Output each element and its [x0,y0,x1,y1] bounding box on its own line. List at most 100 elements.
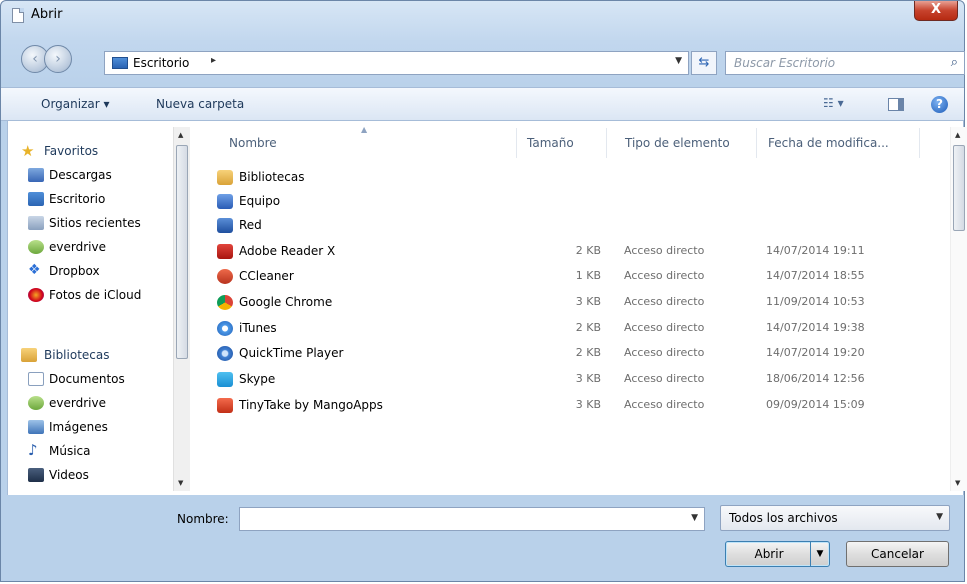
desktop-folder-icon [112,57,128,69]
scrollbar-thumb[interactable] [176,145,188,359]
list-item[interactable]: QuickTime Player 2 KB Acceso directo 14/… [211,342,911,366]
column-divider[interactable] [919,128,920,158]
sidebar-header-label: Bibliotecas [44,348,110,362]
change-view-icon[interactable]: ☷ ▾ [823,96,853,114]
file-type-filter[interactable]: Todos los archivos ▼ [720,505,950,531]
chevron-down-icon[interactable]: ▼ [691,513,698,523]
file-name: Google Chrome [239,295,333,309]
list-item[interactable]: TinyTake by MangoApps 3 KB Acceso direct… [211,394,911,418]
sidebar-item-sitios-recientes[interactable]: Sitios recientes [21,213,171,235]
list-item[interactable]: Adobe Reader X 2 KB Acceso directo 14/07… [211,240,911,264]
file-type: Acceso directo [624,295,705,308]
sidebar-item-escritorio[interactable]: Escritorio [21,189,171,211]
file-type: Acceso directo [624,372,705,385]
column-size[interactable]: Tamaño [527,136,574,150]
sidebar-item-videos[interactable]: Videos [21,465,171,487]
music-icon: ♪ [28,441,38,459]
file-name: iTunes [239,321,277,335]
file-size: 2 KB [575,321,601,334]
preview-pane-icon[interactable] [888,98,904,111]
list-item[interactable]: iTunes 2 KB Acceso directo 14/07/2014 19… [211,317,911,341]
column-divider[interactable] [756,128,757,158]
scroll-down-icon[interactable]: ▼ [178,479,183,487]
list-item[interactable]: Red [211,214,911,238]
file-list-scrollbar[interactable]: ▲ ▼ [950,127,967,491]
file-size: 3 KB [575,372,601,385]
sidebar-item-musica[interactable]: ♪ Música [21,441,171,463]
open-button[interactable]: Abrir ▼ [725,541,830,567]
list-item[interactable]: Google Chrome 3 KB Acceso directo 11/09/… [211,291,911,315]
help-icon[interactable]: ? [931,96,948,113]
desktop-folder-icon [28,192,44,206]
scroll-up-icon[interactable]: ▲ [955,131,960,139]
file-type: Acceso directo [624,321,705,334]
back-arrow-icon: ‹ [32,51,38,67]
sidebar-item-dropbox[interactable]: ❖ Dropbox [21,261,171,283]
tinytake-icon [217,398,233,413]
list-item[interactable]: Equipo [211,190,911,214]
sidebar-header-bibliotecas[interactable]: Bibliotecas [21,345,171,367]
file-date: 14/07/2014 18:55 [766,269,865,282]
file-size: 2 KB [575,244,601,257]
filename-combobox[interactable]: ▼ [239,507,705,531]
address-bar[interactable]: Escritorio ▸ ▼ [104,51,689,75]
sidebar-item-everdrive[interactable]: everdrive [21,237,171,259]
search-box[interactable]: Buscar Escritorio ⌕ [725,51,965,75]
forward-button[interactable]: › [44,45,72,73]
column-name[interactable]: Nombre [229,136,277,150]
dropbox-icon: ❖ [28,262,41,278]
skype-icon [217,372,233,387]
dialog-footer: Nombre: ▼ Todos los archivos ▼ Abrir ▼ C… [1,495,964,583]
computer-icon [217,194,233,209]
navigation-pane-scrollbar[interactable]: ▲ ▼ [173,127,190,491]
sidebar-item-descargas[interactable]: Descargas [21,165,171,187]
sidebar-item-label: Escritorio [49,192,106,206]
sidebar-item-label: Documentos [49,372,125,386]
document-icon [12,8,24,23]
list-item[interactable]: Skype 3 KB Acceso directo 18/06/2014 12:… [211,368,911,392]
file-name: CCleaner [239,269,294,283]
refresh-button[interactable]: ⇆ [691,51,717,75]
open-options-icon[interactable]: ▼ [810,542,829,566]
recent-places-icon [28,216,44,230]
search-icon[interactable]: ⌕ [951,55,958,70]
search-input[interactable]: Buscar Escritorio [734,56,835,70]
chevron-down-icon[interactable]: ▼ [936,512,943,522]
file-size: 1 KB [575,269,601,282]
sidebar-item-documentos[interactable]: Documentos [21,369,171,391]
navigation-pane: ★ Favoritos Descargas Escritorio Sitios … [21,127,171,491]
sidebar-header-label: Favoritos [44,144,99,158]
column-date[interactable]: Fecha de modifica... [768,136,889,150]
column-divider[interactable] [516,128,517,158]
organize-button[interactable]: Organizar ▾ [41,97,110,111]
scrollbar-thumb[interactable] [953,145,965,231]
scroll-down-icon[interactable]: ▼ [955,479,960,487]
column-type[interactable]: Tipo de elemento [625,136,730,150]
documents-icon [28,372,44,386]
sidebar-item-fotos-icloud[interactable]: Fotos de iCloud [21,285,171,307]
file-name: QuickTime Player [239,346,344,360]
libraries-icon [21,348,37,362]
libraries-icon [217,170,233,185]
close-button[interactable]: X [914,1,958,21]
address-dropdown-icon[interactable]: ▼ [675,56,682,66]
adobe-reader-icon [217,244,233,259]
sidebar-item-everdrive-lib[interactable]: everdrive [21,393,171,415]
file-type: Acceso directo [624,269,705,282]
new-folder-button[interactable]: Nueva carpeta [156,97,244,111]
breadcrumb-location[interactable]: Escritorio [133,56,189,70]
sidebar-item-imagenes[interactable]: Imágenes [21,417,171,439]
refresh-icon: ⇆ [698,55,710,70]
sidebar-item-label: Música [49,444,91,458]
column-divider[interactable] [606,128,607,158]
cancel-button[interactable]: Cancelar [846,541,949,567]
file-name: Bibliotecas [239,170,305,184]
list-item[interactable]: CCleaner 1 KB Acceso directo 14/07/2014 … [211,265,911,289]
title-bar[interactable]: Abrir X [1,1,964,31]
sidebar-header-favorites[interactable]: ★ Favoritos [21,141,171,163]
breadcrumb-separator[interactable]: ▸ [211,55,216,66]
sidebar-item-label: Descargas [49,168,112,182]
file-name: Red [239,218,262,232]
scroll-up-icon[interactable]: ▲ [178,131,183,139]
list-item[interactable]: Bibliotecas [211,166,911,190]
